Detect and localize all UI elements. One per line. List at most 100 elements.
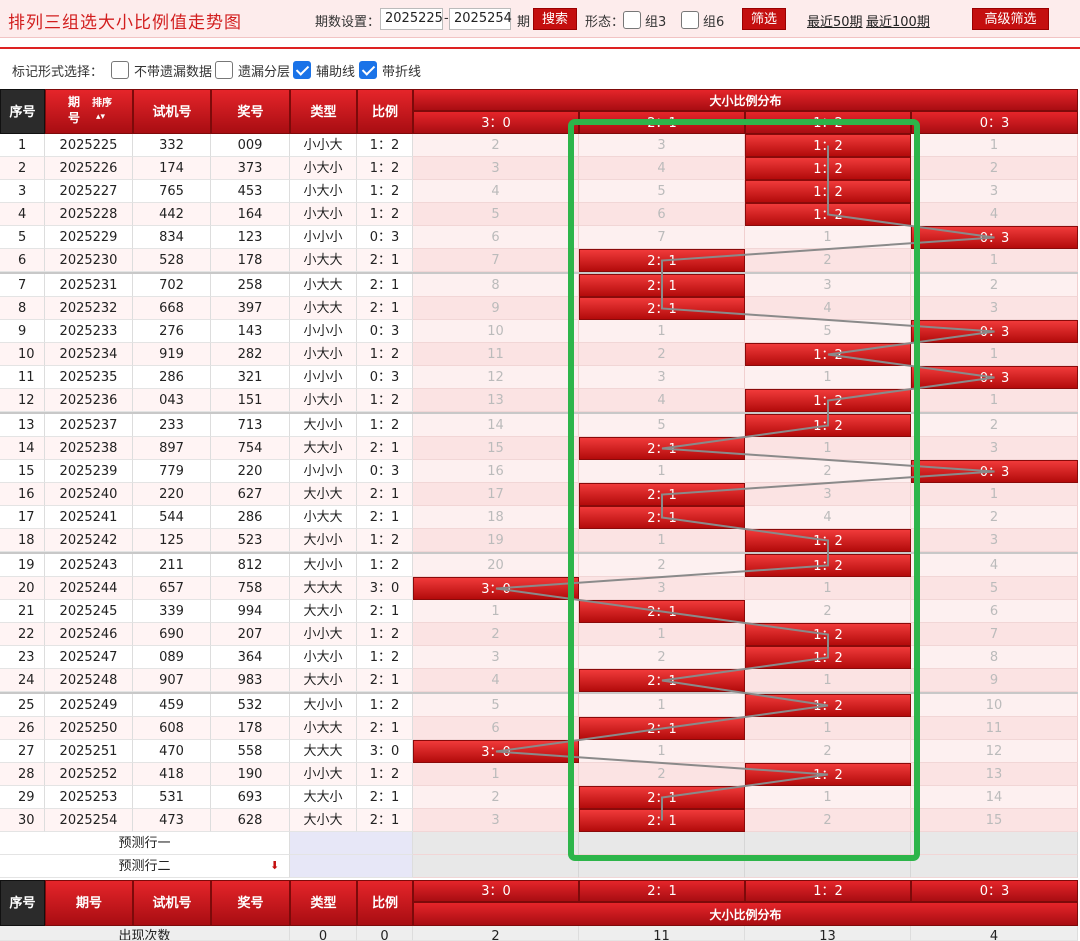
row-index: 5 <box>0 226 45 249</box>
count-dist-2: 13 <box>745 926 911 941</box>
dist-miss-cell: 1 <box>745 577 911 600</box>
dist-hit-cell: 2：1 <box>579 437 745 460</box>
dist-hit-cell: 1：2 <box>745 134 911 157</box>
dist-miss-cell: 4 <box>579 389 745 412</box>
row-period: 2025236 <box>45 389 133 412</box>
row-test-number: 339 <box>133 600 211 623</box>
row-index: 1 <box>0 134 45 157</box>
predict-cell[interactable] <box>413 855 579 878</box>
row-index: 19 <box>0 554 45 577</box>
dist-miss-cell: 1 <box>745 717 911 740</box>
dist-miss-cell: 7 <box>911 623 1078 646</box>
footer-type: 类型 <box>290 880 357 926</box>
count-row-label: 出现次数 <box>0 926 290 941</box>
dist-miss-cell: 1 <box>745 669 911 692</box>
row-ratio: 1：2 <box>357 134 413 157</box>
row-index: 3 <box>0 180 45 203</box>
dist-miss-cell: 19 <box>413 529 579 552</box>
row-ratio: 2：1 <box>357 483 413 506</box>
row-period: 2025237 <box>45 414 133 437</box>
row-test-number: 668 <box>133 297 211 320</box>
row-ratio: 2：1 <box>357 297 413 320</box>
predict-cell[interactable] <box>911 855 1078 878</box>
row-test-number: 544 <box>133 506 211 529</box>
dist-miss-cell: 3 <box>745 274 911 297</box>
dist-hit-cell: 1：2 <box>745 389 911 412</box>
sort-button[interactable]: 排序 <box>92 98 112 110</box>
row-index: 20 <box>0 577 45 600</box>
row-test-number: 220 <box>133 483 211 506</box>
dist-miss-cell: 1 <box>579 460 745 483</box>
dist-miss-cell: 3 <box>413 157 579 180</box>
row-test-number: 442 <box>133 203 211 226</box>
row-prize-number: 123 <box>211 226 290 249</box>
row-period: 2025225 <box>45 134 133 157</box>
row-prize-number: 143 <box>211 320 290 343</box>
footer-dist-col-0: 3：0 <box>413 880 579 902</box>
row-period: 2025245 <box>45 600 133 623</box>
predict-cell[interactable] <box>413 832 579 855</box>
row-period: 2025249 <box>45 694 133 717</box>
row-prize-number: 453 <box>211 180 290 203</box>
row-period: 2025241 <box>45 506 133 529</box>
row-index: 10 <box>0 343 45 366</box>
predict-cell[interactable] <box>579 832 745 855</box>
row-test-number: 174 <box>133 157 211 180</box>
row-ratio: 1：2 <box>357 763 413 786</box>
dist-miss-cell: 7 <box>579 226 745 249</box>
dist-miss-cell: 2 <box>911 506 1078 529</box>
dist-miss-cell: 1 <box>413 600 579 623</box>
row-prize-number: 178 <box>211 249 290 272</box>
row-type: 小大大 <box>290 297 357 320</box>
row-index: 17 <box>0 506 45 529</box>
row-index: 22 <box>0 623 45 646</box>
dist-miss-cell: 1 <box>911 134 1078 157</box>
row-period: 2025242 <box>45 529 133 552</box>
sort-arrows-icon[interactable]: ▴▾ <box>96 112 105 122</box>
row-prize-number: 373 <box>211 157 290 180</box>
row-period: 2025251 <box>45 740 133 763</box>
row-ratio: 2：1 <box>357 437 413 460</box>
dist-miss-cell: 3 <box>745 483 911 506</box>
dist-hit-cell: 1：2 <box>745 203 911 226</box>
row-prize-number: 321 <box>211 366 290 389</box>
row-type: 大大小 <box>290 786 357 809</box>
dist-miss-cell: 12 <box>911 740 1078 763</box>
row-ratio: 2：1 <box>357 669 413 692</box>
dist-miss-cell: 8 <box>413 274 579 297</box>
dist-miss-cell: 5 <box>911 577 1078 600</box>
dist-hit-cell: 2：1 <box>579 717 745 740</box>
dist-miss-cell: 2 <box>579 763 745 786</box>
dist-hit-cell: 2：1 <box>579 809 745 832</box>
predict-cell[interactable] <box>745 832 911 855</box>
row-test-number: 125 <box>133 529 211 552</box>
dist-miss-cell: 5 <box>745 320 911 343</box>
row-prize-number: 151 <box>211 389 290 412</box>
row-period: 2025232 <box>45 297 133 320</box>
dist-miss-cell: 1 <box>745 437 911 460</box>
dist-miss-cell: 4 <box>413 669 579 692</box>
row-prize-number: 207 <box>211 623 290 646</box>
row-prize-number: 693 <box>211 786 290 809</box>
header-dist-col-1: 2：1 <box>579 111 745 134</box>
dist-miss-cell: 14 <box>413 414 579 437</box>
predict-cell[interactable] <box>911 832 1078 855</box>
predict-cell[interactable] <box>579 855 745 878</box>
row-test-number: 765 <box>133 180 211 203</box>
row-period: 2025239 <box>45 460 133 483</box>
row-type: 小大小 <box>290 389 357 412</box>
row-prize-number: 994 <box>211 600 290 623</box>
row-index: 26 <box>0 717 45 740</box>
row-type: 小大小 <box>290 343 357 366</box>
arrow-down-icon[interactable]: ⬇ <box>270 859 279 872</box>
row-type: 小大小 <box>290 646 357 669</box>
dist-miss-cell: 1 <box>579 529 745 552</box>
row-index: 29 <box>0 786 45 809</box>
row-type: 小小小 <box>290 366 357 389</box>
row-type: 小小小 <box>290 460 357 483</box>
dist-miss-cell: 5 <box>579 414 745 437</box>
dist-miss-cell: 8 <box>911 646 1078 669</box>
row-ratio: 2：1 <box>357 600 413 623</box>
predict-cell[interactable] <box>745 855 911 878</box>
row-ratio: 1：2 <box>357 694 413 717</box>
